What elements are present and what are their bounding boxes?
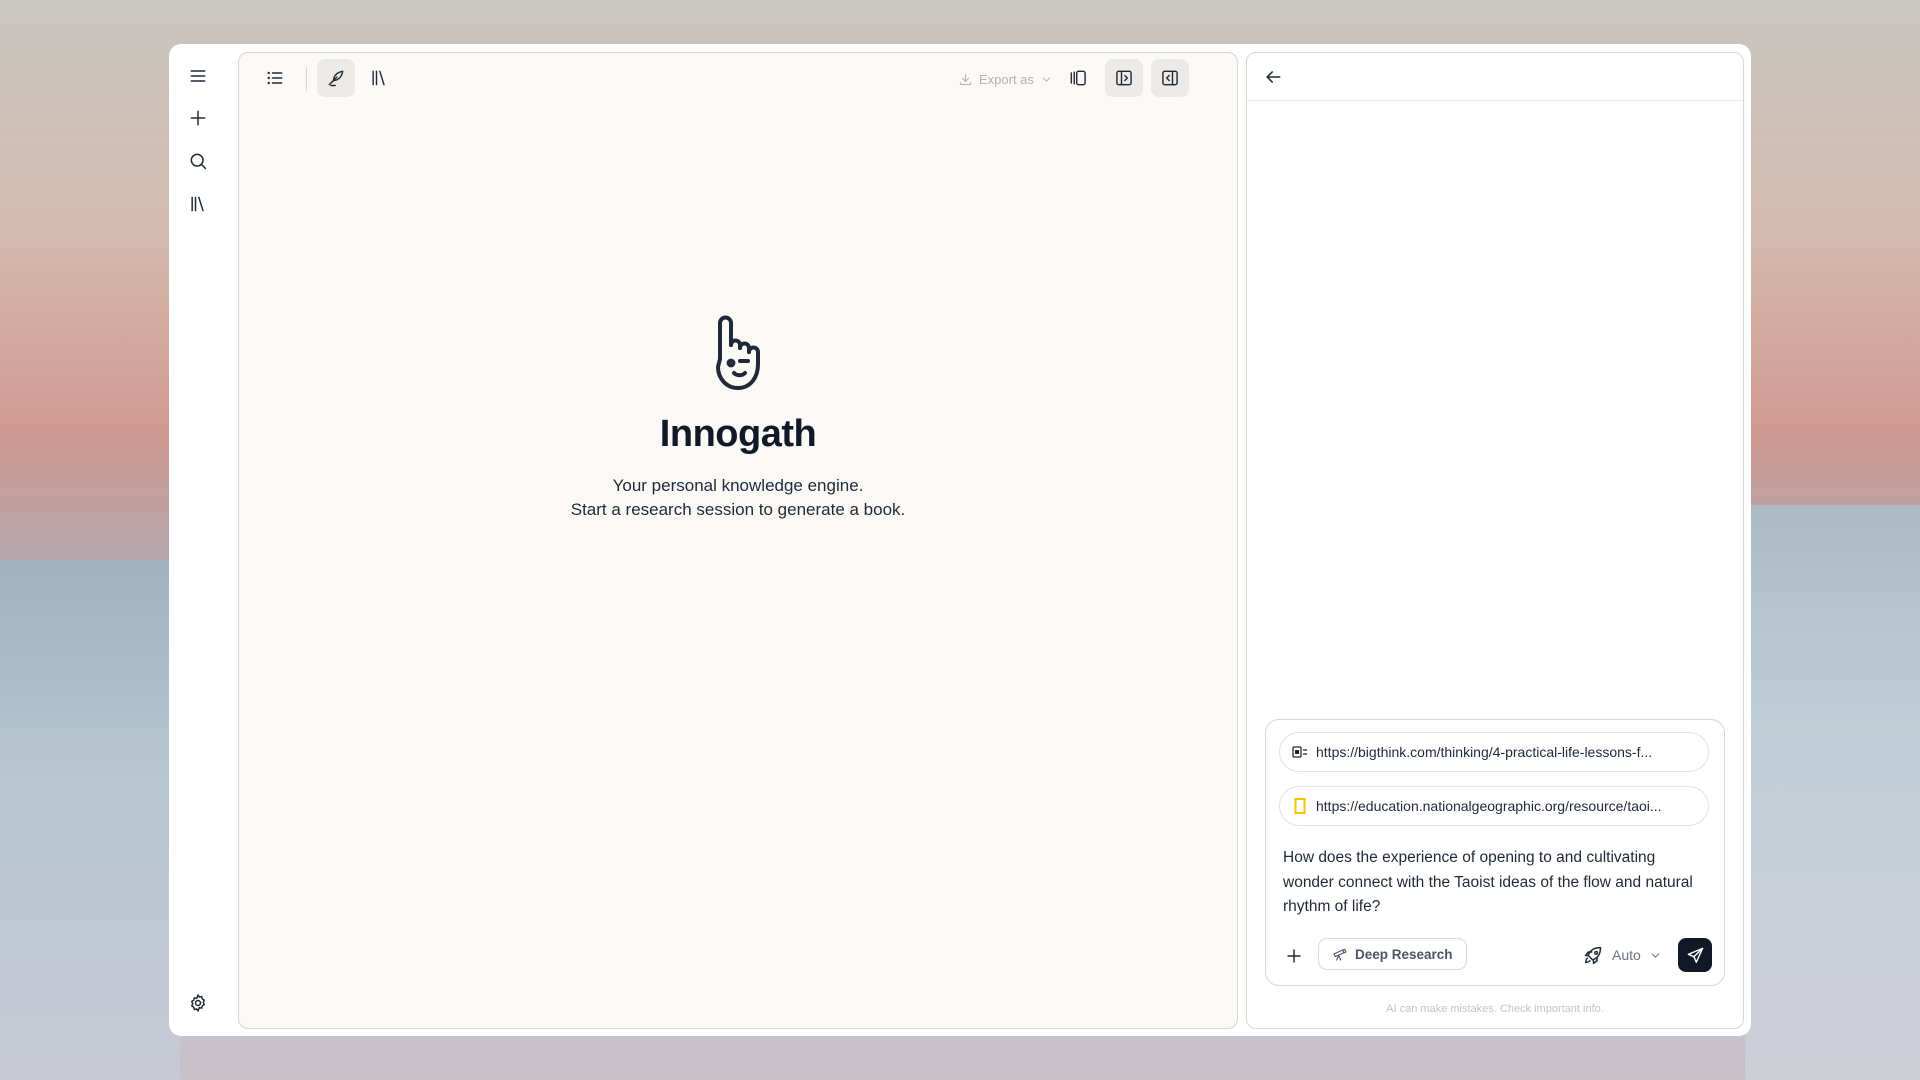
- telescope-icon: [1333, 948, 1347, 961]
- deep-research-button[interactable]: Deep Research: [1318, 938, 1467, 970]
- new-session-button[interactable]: [183, 103, 213, 133]
- toggle-left-panel-button[interactable]: [1105, 59, 1143, 97]
- download-icon: [959, 73, 972, 85]
- source-chip[interactable]: https://education.nationalgeographic.org…: [1279, 786, 1709, 826]
- send-icon: [1687, 947, 1703, 963]
- list-icon: [267, 71, 283, 85]
- library-icon: [372, 70, 385, 86]
- arrow-left-icon: [1266, 71, 1281, 83]
- chat-composer: https://bigthink.com/thinking/4-practica…: [1265, 719, 1725, 986]
- natgeo-favicon-icon: [1292, 798, 1308, 814]
- search-icon: [190, 153, 207, 170]
- source-url: https://education.nationalgeographic.org…: [1316, 798, 1662, 814]
- app-title: Innogath: [659, 413, 817, 455]
- background-dune-right: [1745, 505, 1920, 1080]
- panel-focus-icon: [1070, 70, 1086, 86]
- app-subtitle: Your personal knowledge engine. Start a …: [239, 474, 1237, 522]
- rocket-icon: [1584, 946, 1602, 964]
- deep-research-label: Deep Research: [1355, 946, 1453, 962]
- hamburger-icon: [190, 70, 206, 82]
- subtitle-line-1: Your personal knowledge engine.: [612, 476, 864, 495]
- subtitle-line-2: Start a research session to generate a b…: [570, 500, 906, 519]
- model-selector[interactable]: Auto: [1583, 942, 1662, 968]
- library-icon: [191, 196, 204, 212]
- panel-right-icon: [1162, 70, 1178, 86]
- toggle-right-panel-button[interactable]: [1151, 59, 1189, 97]
- empty-state: Innogath Your personal knowledge engine.…: [239, 315, 1237, 522]
- prompt-input[interactable]: How does the experience of opening to an…: [1283, 846, 1703, 920]
- search-button[interactable]: [183, 146, 213, 176]
- source-url: https://bigthink.com/thinking/4-practica…: [1316, 744, 1653, 760]
- library-view-button[interactable]: [360, 59, 398, 97]
- source-chip[interactable]: https://bigthink.com/thinking/4-practica…: [1279, 732, 1709, 772]
- innogath-logo: [706, 315, 770, 395]
- quill-pen-icon: [328, 70, 344, 87]
- gear-icon: [191, 994, 205, 1012]
- export-dropdown[interactable]: Export as: [958, 66, 1053, 92]
- toolbar-divider: [306, 67, 307, 91]
- plus-icon: [190, 110, 206, 126]
- focus-layout-button[interactable]: [1059, 59, 1097, 97]
- export-label: Export as: [979, 71, 1034, 87]
- bigthink-favicon-icon: [1292, 744, 1308, 760]
- editor-panel: Export as Innogath Your personal knowled…: [238, 52, 1238, 1029]
- chat-panel: https://bigthink.com/thinking/4-practica…: [1246, 52, 1744, 1029]
- model-label: Auto: [1612, 947, 1641, 963]
- library-button[interactable]: [183, 189, 213, 219]
- outline-button[interactable]: [256, 59, 294, 97]
- plus-icon: [1287, 949, 1301, 963]
- pointing-hand-logo-icon: [716, 315, 760, 390]
- app-window: Export as Innogath Your personal knowled…: [169, 44, 1751, 1036]
- attach-button[interactable]: [1282, 944, 1306, 968]
- chevron-down-icon: [1651, 952, 1660, 958]
- left-rail: [169, 44, 227, 1036]
- menu-button[interactable]: [183, 61, 213, 91]
- background-dune-left: [0, 560, 180, 1080]
- send-button[interactable]: [1678, 938, 1712, 972]
- chat-header: [1247, 53, 1743, 101]
- write-mode-button[interactable]: [317, 59, 355, 97]
- chevron-down-icon: [1042, 76, 1051, 82]
- back-button[interactable]: [1259, 63, 1287, 91]
- ai-disclaimer: AI can make mistakes. Check important in…: [1386, 1003, 1604, 1015]
- panel-left-icon: [1116, 70, 1132, 86]
- settings-button[interactable]: [183, 988, 213, 1018]
